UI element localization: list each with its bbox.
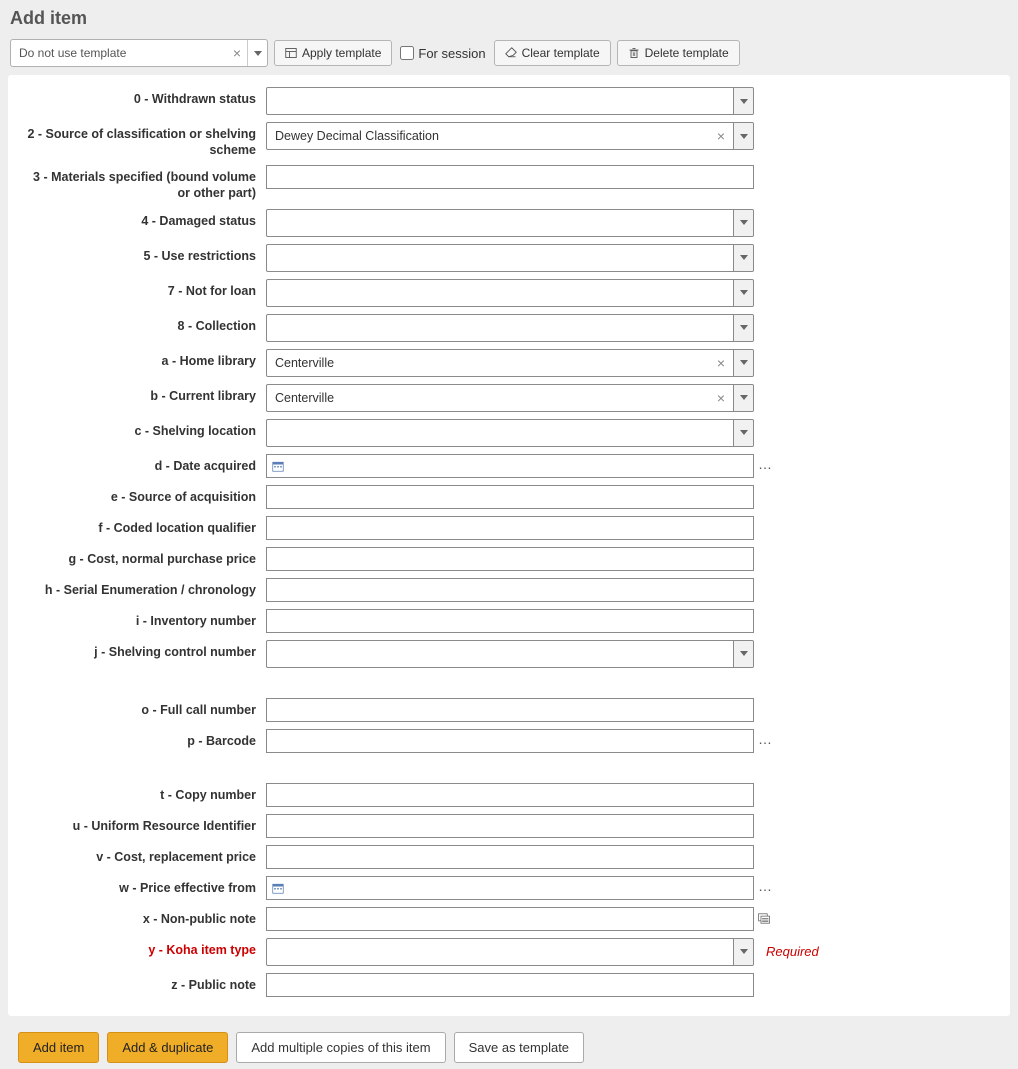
apply-template-button[interactable]: Apply template — [274, 40, 392, 66]
input-uri[interactable] — [266, 814, 754, 838]
clear-icon[interactable]: × — [717, 390, 725, 406]
input-source-acquisition[interactable] — [266, 485, 754, 509]
select-current-library[interactable]: Centerville× — [266, 384, 754, 412]
input-copy-number[interactable] — [266, 783, 754, 807]
label-koha-item-type: y - Koha item type — [18, 938, 266, 959]
label-non-public-note: x - Non-public note — [18, 907, 266, 928]
item-form-panel: 0 - Withdrawn status 2 - Source of class… — [8, 75, 1010, 1016]
label-full-call-number: o - Full call number — [18, 698, 266, 719]
date-acquired-picker-button[interactable]: … — [758, 456, 772, 476]
label-not-for-loan: 7 - Not for loan — [18, 279, 266, 300]
label-shelving-control-number: j - Shelving control number — [18, 640, 266, 661]
add-duplicate-button[interactable]: Add & duplicate — [107, 1032, 228, 1063]
label-use-restrictions: 5 - Use restrictions — [18, 244, 266, 265]
select-withdrawn-status[interactable] — [266, 87, 754, 115]
clear-template-button[interactable]: Clear template — [494, 40, 611, 66]
input-inventory-number[interactable] — [266, 609, 754, 633]
select-damaged-status[interactable] — [266, 209, 754, 237]
label-inventory-number: i - Inventory number — [18, 609, 266, 630]
select-koha-item-type[interactable] — [266, 938, 754, 966]
input-coded-location-qualifier[interactable] — [266, 516, 754, 540]
clear-icon[interactable]: × — [717, 355, 725, 371]
for-session-label: For session — [418, 46, 485, 61]
label-coded-location-qualifier: f - Coded location qualifier — [18, 516, 266, 537]
label-materials-specified: 3 - Materials specified (bound volume or… — [18, 165, 266, 201]
select-use-restrictions[interactable] — [266, 244, 754, 272]
page-title: Add item — [10, 8, 1012, 29]
label-uri: u - Uniform Resource Identifier — [18, 814, 266, 835]
chevron-down-icon[interactable] — [733, 939, 753, 965]
add-item-button[interactable]: Add item — [18, 1032, 99, 1063]
label-cost-normal: g - Cost, normal purchase price — [18, 547, 266, 568]
label-home-library: a - Home library — [18, 349, 266, 370]
delete-template-label: Delete template — [645, 46, 729, 60]
footer-actions: Add item Add & duplicate Add multiple co… — [6, 1016, 1012, 1063]
chevron-down-icon[interactable] — [733, 210, 753, 236]
chevron-down-icon[interactable] — [733, 420, 753, 446]
save-template-button[interactable]: Save as template — [454, 1032, 584, 1063]
select-classification-source[interactable]: Dewey Decimal Classification× — [266, 122, 754, 150]
template-toolbar: Do not use template × Apply template For… — [10, 39, 1012, 67]
chevron-down-icon[interactable] — [733, 315, 753, 341]
select-shelving-location[interactable] — [266, 419, 754, 447]
label-barcode: p - Barcode — [18, 729, 266, 750]
input-non-public-note[interactable] — [266, 907, 754, 931]
select-shelving-control-number[interactable] — [266, 640, 754, 668]
input-cost-normal[interactable] — [266, 547, 754, 571]
chevron-down-icon[interactable] — [733, 280, 753, 306]
layout-icon — [285, 47, 297, 59]
calendar-icon[interactable] — [272, 882, 284, 894]
input-full-call-number[interactable] — [266, 698, 754, 722]
label-current-library: b - Current library — [18, 384, 266, 405]
label-cost-replacement: v - Cost, replacement price — [18, 845, 266, 866]
trash-icon — [628, 47, 640, 59]
label-date-acquired: d - Date acquired — [18, 454, 266, 475]
select-home-library[interactable]: Centerville× — [266, 349, 754, 377]
apply-template-label: Apply template — [302, 46, 381, 60]
barcode-picker-button[interactable]: … — [758, 731, 772, 751]
label-copy-number: t - Copy number — [18, 783, 266, 804]
eraser-icon — [505, 47, 517, 59]
label-source-acquisition: e - Source of acquisition — [18, 485, 266, 506]
label-classification-source: 2 - Source of classification or shelving… — [18, 122, 266, 158]
select-not-for-loan[interactable] — [266, 279, 754, 307]
chevron-down-icon[interactable] — [733, 350, 753, 376]
input-date-acquired[interactable] — [266, 454, 754, 478]
template-select-value: Do not use template — [19, 46, 126, 60]
input-materials-specified[interactable] — [266, 165, 754, 189]
label-price-effective-from: w - Price effective from — [18, 876, 266, 897]
for-session-input[interactable] — [400, 46, 414, 60]
input-serial-enumeration[interactable] — [266, 578, 754, 602]
chevron-down-icon[interactable] — [733, 641, 753, 667]
input-public-note[interactable] — [266, 973, 754, 997]
input-price-effective-from[interactable] — [266, 876, 754, 900]
label-withdrawn-status: 0 - Withdrawn status — [18, 87, 266, 108]
add-multiple-button[interactable]: Add multiple copies of this item — [236, 1032, 445, 1063]
chevron-down-icon[interactable] — [247, 40, 267, 66]
calendar-icon[interactable] — [272, 460, 284, 472]
for-session-checkbox[interactable]: For session — [400, 46, 485, 61]
chevron-down-icon[interactable] — [733, 88, 753, 114]
price-effective-picker-button[interactable]: … — [758, 878, 772, 898]
form-icon[interactable] — [758, 913, 771, 924]
chevron-down-icon[interactable] — [733, 385, 753, 411]
required-indicator: Required — [766, 944, 819, 959]
clear-template-label: Clear template — [522, 46, 600, 60]
template-select[interactable]: Do not use template × — [10, 39, 268, 67]
label-serial-enumeration: h - Serial Enumeration / chronology — [18, 578, 266, 599]
input-barcode[interactable] — [266, 729, 754, 753]
clear-icon[interactable]: × — [717, 128, 725, 144]
input-cost-replacement[interactable] — [266, 845, 754, 869]
label-damaged-status: 4 - Damaged status — [18, 209, 266, 230]
select-collection[interactable] — [266, 314, 754, 342]
chevron-down-icon[interactable] — [733, 123, 753, 149]
delete-template-button[interactable]: Delete template — [617, 40, 740, 66]
label-shelving-location: c - Shelving location — [18, 419, 266, 440]
label-collection: 8 - Collection — [18, 314, 266, 335]
label-public-note: z - Public note — [18, 973, 266, 994]
clear-icon[interactable]: × — [233, 45, 241, 61]
chevron-down-icon[interactable] — [733, 245, 753, 271]
